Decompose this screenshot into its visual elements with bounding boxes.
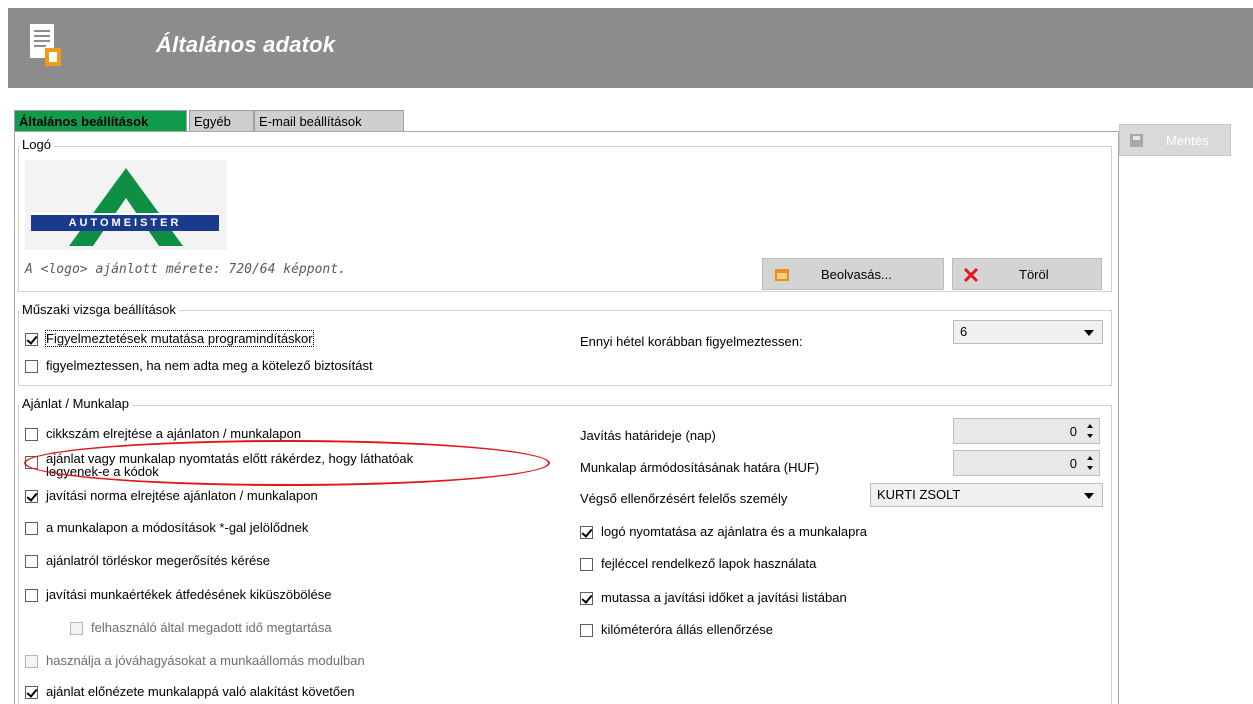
save-button[interactable]: Mentés	[1119, 124, 1231, 156]
checkbox-label: felhasználó által megadott idő megtartás…	[91, 620, 332, 635]
checkbox-box[interactable]	[580, 526, 593, 539]
tab-other[interactable]: Egyéb	[189, 110, 254, 132]
spinner-down-icon[interactable]	[1087, 466, 1093, 470]
page-title: Általános adatok	[156, 32, 336, 57]
window-header: Általános adatok	[8, 8, 1253, 88]
deadline-value: 0	[1069, 424, 1077, 439]
spinner-buttons[interactable]	[1083, 421, 1097, 441]
checkbox-label-line2: legyenek-e a kódok	[46, 464, 159, 479]
deadline-label: Javítás határideje (nap)	[580, 428, 716, 443]
responsible-value: KURTI ZSOLT	[877, 487, 961, 502]
chevron-down-icon	[1084, 493, 1094, 499]
tab-email-settings[interactable]: E-mail beállítások	[254, 110, 404, 132]
checkbox-label: a munkalapon a módosítások *-gal jelölőd…	[46, 520, 309, 535]
checkbox-label: kilóméteróra állás ellenőrzése	[601, 622, 773, 637]
chevron-down-icon	[1084, 330, 1094, 336]
checkbox-label: ajánlat előnézete munkalappá való alakít…	[46, 684, 355, 699]
price-limit-value: 0	[1069, 456, 1077, 471]
checkbox-confirm-delete[interactable]: ajánlatról törléskor megerősítés kérése	[25, 553, 270, 568]
logo-text: AUTOMEISTER	[68, 217, 182, 229]
checkbox-box[interactable]	[25, 686, 38, 699]
checkbox-label: javítási munkaértékek átfedésének kiküsz…	[46, 587, 332, 602]
checkbox-box[interactable]	[580, 592, 593, 605]
document-form-icon	[30, 24, 61, 66]
checkbox-box[interactable]	[25, 428, 38, 441]
checkbox-odometer-check[interactable]: kilóméteróra állás ellenőrzése	[580, 622, 773, 637]
checkbox-startup-warnings[interactable]: Figyelmeztetések mutatása programindítás…	[25, 330, 314, 347]
checkbox-offer-preview[interactable]: ajánlat előnézete munkalappá való alakít…	[25, 684, 355, 699]
checkbox-box[interactable]	[25, 490, 38, 503]
checkbox-box[interactable]	[25, 360, 38, 373]
checkbox-hide-part-number[interactable]: cikkszám elrejtése a ajánlaton / munkala…	[25, 426, 301, 441]
checkbox-label: Figyelmeztetések mutatása programindítás…	[45, 330, 314, 347]
checkbox-label: ajánlatról törléskor megerősítés kérése	[46, 553, 270, 568]
checkbox-box[interactable]	[25, 655, 38, 668]
checkbox-print-logo[interactable]: logó nyomtatása az ajánlatra és a munkal…	[580, 524, 867, 539]
offer-legend: Ajánlat / Munkalap	[19, 396, 132, 411]
checkbox-keep-user-time[interactable]: felhasználó által megadott idő megtartás…	[70, 620, 332, 635]
responsible-label: Végső ellenőrzésért felelős személy	[580, 491, 788, 506]
checkbox-mark-changes[interactable]: a munkalapon a módosítások *-gal jelölőd…	[25, 520, 308, 535]
weeks-value: 6	[960, 324, 968, 339]
tab-general-settings[interactable]: Általános beállítások	[14, 110, 187, 132]
checkbox-label: figyelmeztessen, ha nem adta meg a kötel…	[46, 358, 373, 373]
checkbox-show-repair-times[interactable]: mutassa a javítási időket a javítási lis…	[580, 590, 847, 605]
weeks-label: Ennyi hétel korábban figyelmeztessen:	[580, 334, 803, 349]
responsible-select[interactable]: KURTI ZSOLT	[870, 483, 1103, 507]
checkbox-header-pages[interactable]: fejléccel rendelkező lapok használata	[580, 556, 816, 571]
load-logo-label: Beolvasás...	[821, 267, 892, 282]
checkbox-box[interactable]	[25, 522, 38, 535]
delete-x-icon	[963, 267, 979, 283]
checkbox-label: ajánlat vagy munkalap nyomtatás előtt rá…	[46, 452, 413, 478]
checkbox-box[interactable]	[25, 456, 38, 469]
checkbox-label: logó nyomtatása az ajánlatra és a munkal…	[601, 524, 867, 539]
folder-icon	[775, 269, 789, 281]
checkbox-label: fejléccel rendelkező lapok használata	[601, 556, 817, 571]
checkbox-use-approvals[interactable]: használja a jóváhagyásokat a munkaállomá…	[25, 653, 365, 668]
checkbox-ask-codes-before-print[interactable]: ajánlat vagy munkalap nyomtatás előtt rá…	[25, 452, 413, 478]
price-limit-label: Munkalap ármódosításának határa (HUF)	[580, 460, 820, 475]
checkbox-box[interactable]	[70, 622, 83, 635]
logo-legend: Logó	[19, 137, 54, 152]
delete-logo-label: Töröl	[1019, 267, 1049, 282]
checkbox-label: mutassa a javítási időket a javítási lis…	[601, 590, 847, 605]
deadline-spinner[interactable]: 0	[953, 418, 1100, 444]
logo-image: AUTOMEISTER	[25, 160, 227, 250]
checkbox-box[interactable]	[580, 558, 593, 571]
spinner-up-icon[interactable]	[1087, 424, 1093, 428]
checkbox-eliminate-overlap[interactable]: javítási munkaértékek átfedésének kiküsz…	[25, 587, 331, 602]
delete-logo-button[interactable]: Töröl	[952, 258, 1102, 290]
price-limit-spinner[interactable]: 0	[953, 450, 1100, 476]
spinner-down-icon[interactable]	[1087, 434, 1093, 438]
checkbox-insurance-warning[interactable]: figyelmeztessen, ha nem adta meg a kötel…	[25, 358, 373, 373]
checkbox-label: cikkszám elrejtése a ajánlaton / munkala…	[46, 426, 302, 441]
checkbox-box[interactable]	[25, 589, 38, 602]
load-logo-button[interactable]: Beolvasás...	[762, 258, 944, 290]
save-icon	[1130, 134, 1143, 147]
automeister-logo	[31, 168, 219, 246]
weeks-select[interactable]: 6	[953, 320, 1103, 344]
checkbox-box[interactable]	[25, 555, 38, 568]
checkbox-label: használja a jóváhagyásokat a munkaállomá…	[46, 653, 365, 668]
spinner-buttons[interactable]	[1083, 453, 1097, 473]
checkbox-hide-repair-norm[interactable]: javítási norma elrejtése ajánlaton / mun…	[25, 488, 318, 503]
checkbox-label: javítási norma elrejtése ajánlaton / mun…	[46, 488, 318, 503]
logo-size-hint: A <logo> ajánlott mérete: 720/64 képpont…	[25, 262, 346, 277]
save-button-label: Mentés	[1166, 133, 1209, 148]
inspection-group	[18, 310, 1112, 386]
checkbox-box[interactable]	[580, 624, 593, 637]
checkbox-box[interactable]	[25, 333, 38, 346]
spinner-up-icon[interactable]	[1087, 456, 1093, 460]
inspection-legend: Műszaki vizsga beállítások	[19, 302, 179, 317]
